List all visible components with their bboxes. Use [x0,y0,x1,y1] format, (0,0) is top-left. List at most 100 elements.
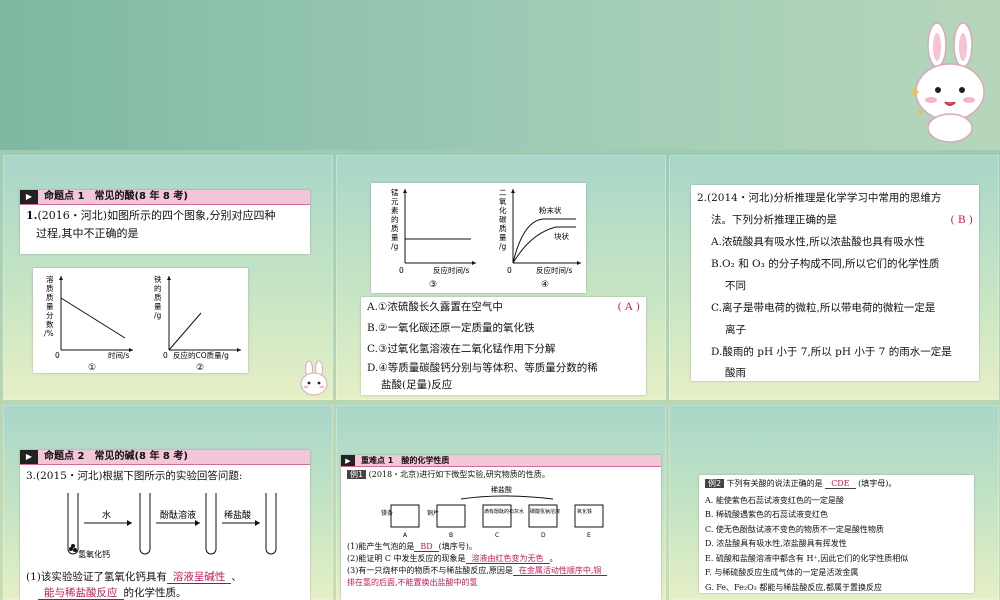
g3-ylabel-6: /g [391,242,399,251]
option-c: C. 使无色酚酞试液不变色的物质不一定是酸性物质 [705,524,884,534]
g4-number: ④ [541,280,549,290]
g3-ylabel-4: 质 [391,223,399,233]
experiment-diagram: 水 酚酞溶液 稀盐酸 氢氧化钙 [67,493,277,559]
slide-4: ▶ 命题点 2 常见的碱(8 年 8 考) 3.(2015・河北)根据下图所示的… [3,405,333,600]
option-c-line-1: C.离子是带电荷的微粒,所以带电荷的微粒一定是 [711,302,936,314]
option-d-line-2: 盐酸(足量)反应 [381,379,453,391]
g4-curve-powder-label: 粉末状 [539,205,562,215]
top-band [0,0,1000,150]
option-f: F. 与稀硫酸反应生成气体的一定是活泼金属 [705,568,859,577]
slide-1: ▶ 命题点 1 常见的酸(8 年 8 考) 1.(2016・河北)如图所示的四个… [3,155,333,400]
example-text: (2018・北京)进行如下微型实验,研究物质的性质。 [368,470,550,479]
answer-1: BD [414,542,439,552]
g3-xlabel: 反应时间/s [433,265,470,275]
option-g: G. Fe、Fe₂O₃ 都能与稀盐酸反应,都属于置换反应 [705,582,882,592]
graph-1: 溶 质 质 量 分 数 /% 0 时间/s ① [44,274,133,373]
slide-2: 锰 元 素 的 质 量 /g 0 反应时间/s ③ 二 氧 化 碳 质 量 /g… [336,155,666,400]
g2-ylabel-2: 质 [154,292,162,302]
g4-xlabel: 反应时间/s [536,265,573,275]
rabbit-small-icon [300,360,328,396]
g1-ylabel-1: 质 [46,283,54,293]
g2-ylabel-4: /g [154,311,162,320]
answer-3-continued: 排在氢的后面,不能置换出盐酸中的氢 [347,578,478,587]
tube-b: B [449,532,453,539]
question-text: 1.(2016・河北)如图所示的四个图象,分别对应四种 过程,其中不正确的是 [20,205,310,245]
example-badge: 例2 [705,479,725,488]
sub-question-2-tail: 。 [549,554,558,563]
sub-question-3: (3)有一只烧杯中的物质不与稀盐酸反应,原因是 [347,566,513,575]
section-label: 命题点 1 常见的酸(8 年 8 考) [44,191,188,202]
example-card-2: 例2 下列有关酸的说法正确的是 CDE (填字母)。 A. 能使紫色石蕊试液变红… [699,475,974,593]
play-triangle-icon: ▶ [20,190,38,204]
note-c: 滴有酚酞的石灰水 [484,508,524,515]
option-d-line-1: D.酸雨的 pH 小于 7,所以 pH 小于 7 的雨水一定是 [711,346,952,358]
g1-origin: 0 [55,351,60,360]
graph-box-3-4: 锰 元 素 的 质 量 /g 0 反应时间/s ③ 二 氧 化 碳 质 量 /g… [371,183,586,293]
g3-number: ③ [429,280,437,290]
g4-ylabel-2: 化 [499,205,507,215]
example-badge: 例1 [347,470,367,479]
g4-ylabel-3: 碳 [499,214,507,224]
slide-5: ▶ 重难点 1 酸的化学性质 例1 (2018・北京)进行如下微型实验,研究物质… [336,405,666,600]
section-header: ▶ 重难点 1 酸的化学性质 [341,455,661,467]
question-line-2: 法。下列分析推理正确的是 [711,214,837,226]
note-b: 铜片 [427,509,439,517]
g1-number: ① [88,363,96,373]
g4-curve-block-label: 块状 [554,231,569,241]
sub-question-1-tail: 的化学性质。 [123,587,187,599]
question-source: (2016・河北) [37,209,108,222]
g3-ylabel-1: 元 [391,197,399,206]
section-header: ▶ 命题点 1 常见的酸(8 年 8 考) [20,190,310,205]
option-e: E. 硫酸和盐酸溶液中都含有 H⁺,因此它们的化学性质相似 [705,553,909,563]
g3-ylabel-2: 素 [391,205,399,215]
tube-c: C [495,532,499,539]
g3-ylabel-0: 锰 [391,187,399,197]
example-tail: (填字母)。 [858,479,897,488]
label-dilute-hcl: 稀盐酸 [224,509,251,521]
g4-ylabel-4: 质 [499,223,507,233]
g2-number: ② [196,363,204,373]
answer-2: 溶液由红色变为无色 [465,554,550,564]
label-water: 水 [102,509,111,521]
g2-xlabel: 反应的CO质量/g [173,350,229,360]
g1-ylabel-6: /% [44,329,54,338]
option-d: D. 浓盐酸具有吸水性,浓盐酸具有挥发性 [705,539,847,548]
section-label: 重难点 1 酸的化学性质 [361,455,450,465]
graph-pair-3-4: 锰 元 素 的 质 量 /g 0 反应时间/s ③ 二 氧 化 碳 质 量 /g… [391,187,581,290]
sub-question-1-tail: (填序号)。 [438,542,477,551]
tube-a: A [403,532,408,539]
question-number: 1. [26,209,38,222]
g2-origin: 0 [163,351,168,360]
g1-ylabel-4: 分 [46,311,54,320]
g1-ylabel-5: 数 [46,319,54,329]
question-line-2: 过程,其中不正确的是 [36,227,139,240]
option-d-line-2: 酸雨 [725,367,746,379]
microexperiment-diagram: 稀盐酸 镁条 铜片 滴有酚酞的石灰水 碳酸氢钠溶液 氧化铁 A B C D E [381,485,604,539]
note-a: 镁条 [381,509,393,517]
section-header: ▶ 命题点 2 常见的碱(8 年 8 考) [20,450,310,465]
note-d: 碳酸氢钠溶液 [530,508,560,515]
graph-pair-1-2: 溶 质 质 量 分 数 /% 0 时间/s ① 铁 的 质 量 /g 0 反应的… [44,274,241,373]
answer-1: 溶液呈碱性 [166,571,232,584]
slide-3: 2.(2014・河北)分析推理是化学学习中常用的思维方 法。下列分析推理正确的是… [669,155,999,400]
question-line: 3.(2015・河北)根据下图所示的实验回答问题: [26,470,243,482]
g1-xlabel: 时间/s [108,350,130,360]
g3-ylabel-5: 量 [391,233,399,242]
option-d-line-1: D.④等质量碳酸钙分别与等体积、等质量分数的稀 [367,362,598,374]
option-a: A. 能使紫色石蕊试液变红色的一定是酸 [705,495,844,505]
option-b-line-2: 不同 [725,280,746,292]
g1-ylabel-3: 量 [46,302,54,311]
answer-2: 能与稀盐酸反应 [38,587,124,600]
g3-ylabel-3: 的 [391,214,399,224]
g2-ylabel-1: 的 [154,283,162,293]
graph-box-1-2: 溶 质 质 量 分 数 /% 0 时间/s ① 铁 的 质 量 /g 0 反应的… [33,268,248,373]
question-line-1: 2.(2014・河北)分析推理是化学学习中常用的思维方 [697,192,942,204]
separator: 、 [231,571,242,583]
question-card: ▶ 命题点 1 常见的酸(8 年 8 考) 1.(2016・河北)如图所示的四个… [20,190,310,254]
rabbit-mascot-icon [911,22,985,143]
sub-question-1: (1)该实验验证了氢氧化钙具有 [26,571,167,583]
answer-3: 在金属活动性顺序中,铜 [512,566,608,576]
sub-question-2: (2)能证明 C 中发生反应的现象是 [347,554,466,563]
section-label: 命题点 2 常见的碱(8 年 8 考) [44,451,188,462]
graph-2: 铁 的 质 量 /g 0 反应的CO质量/g ② [154,274,241,373]
